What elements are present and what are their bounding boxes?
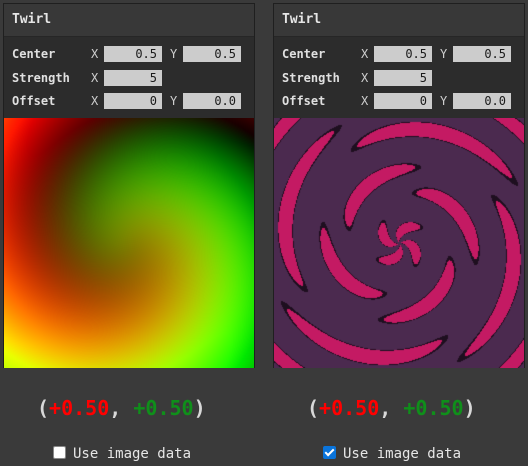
readout-open-paren: ( [37, 396, 50, 420]
offset-label: Offset [12, 94, 56, 108]
readout-close-paren: ) [193, 396, 206, 420]
node-title: Twirl [4, 4, 254, 37]
readout-y-value: +0.50 [403, 396, 464, 420]
offset-row: Offset X 0 Y 0.0 [274, 90, 524, 112]
offset-y-axis-label: Y [440, 94, 448, 108]
strength-input[interactable]: 5 [374, 70, 432, 86]
strength-row: Strength X 5 [274, 67, 524, 89]
use-image-data-checkbox[interactable] [53, 445, 66, 459]
strength-row: Strength X 5 [4, 67, 254, 89]
twirl-node-uv: Twirl Center X 0.5 Y 0.5 Strength X 5 Of… [3, 3, 255, 368]
readout-separator: , [379, 396, 404, 420]
center-y-axis-label: Y [170, 47, 178, 61]
strength-x-axis-label: X [361, 71, 369, 85]
use-image-data-toggle[interactable]: Use image data [53, 445, 192, 464]
center-y-input[interactable]: 0.5 [183, 46, 241, 62]
strength-input[interactable]: 5 [104, 70, 162, 86]
twirl-node-image: Twirl Center X 0.5 Y 0.5 Strength X 5 Of… [273, 3, 525, 368]
center-row: Center X 0.5 Y 0.5 [274, 43, 524, 65]
readout-x-value: +0.50 [49, 396, 110, 420]
use-image-data-checkbox[interactable] [323, 445, 336, 459]
offset-x-input[interactable]: 0 [374, 93, 432, 109]
node-title: Twirl [274, 4, 524, 37]
center-label: Center [12, 47, 56, 61]
readout-x-value: +0.50 [319, 396, 380, 420]
offset-row: Offset X 0 Y 0.0 [4, 90, 254, 112]
center-x-input[interactable]: 0.5 [374, 46, 432, 62]
offset-x-axis-label: X [91, 94, 99, 108]
twirl-uv-preview[interactable] [4, 118, 254, 368]
use-image-data-toggle[interactable]: Use image data [323, 445, 462, 464]
readout-close-paren: ) [463, 396, 476, 420]
uv-coordinate-readout: (+0.50, +0.50) [307, 396, 476, 420]
strength-label: Strength [282, 71, 340, 85]
offset-y-input[interactable]: 0.0 [183, 93, 241, 109]
center-row: Center X 0.5 Y 0.5 [4, 43, 254, 65]
center-x-axis-label: X [91, 47, 99, 61]
offset-x-axis-label: X [361, 94, 369, 108]
center-y-input[interactable]: 0.5 [453, 46, 511, 62]
strength-label: Strength [12, 71, 70, 85]
use-image-data-label: Use image data [343, 446, 462, 462]
strength-x-axis-label: X [91, 71, 99, 85]
use-image-data-label: Use image data [73, 446, 192, 462]
twirl-image-preview[interactable] [274, 118, 524, 368]
offset-y-input[interactable]: 0.0 [453, 93, 511, 109]
center-x-input[interactable]: 0.5 [104, 46, 162, 62]
center-x-axis-label: X [361, 47, 369, 61]
center-y-axis-label: Y [440, 47, 448, 61]
readout-open-paren: ( [307, 396, 320, 420]
readout-separator: , [109, 396, 134, 420]
offset-label: Offset [282, 94, 326, 108]
center-label: Center [282, 47, 326, 61]
offset-y-axis-label: Y [170, 94, 178, 108]
readout-y-value: +0.50 [133, 396, 194, 420]
uv-coordinate-readout: (+0.50, +0.50) [37, 396, 206, 420]
offset-x-input[interactable]: 0 [104, 93, 162, 109]
